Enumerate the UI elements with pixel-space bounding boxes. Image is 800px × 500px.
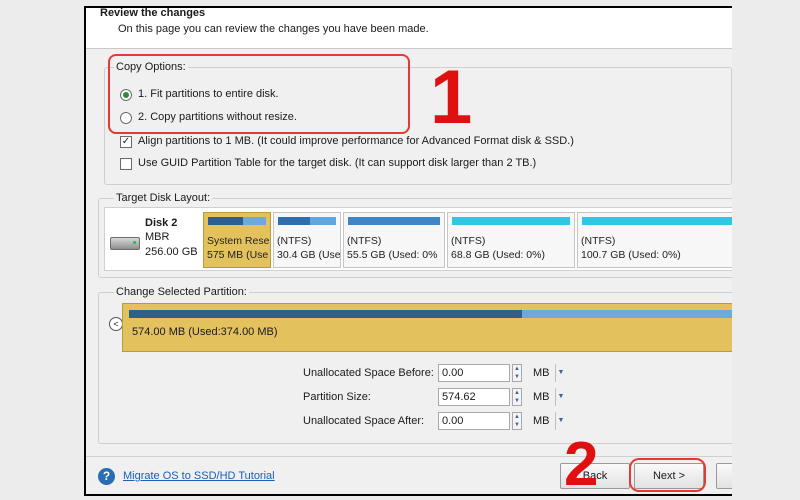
unallocated-before-input[interactable]: 0.00 [438,364,510,382]
align-partitions-label[interactable]: Align partitions to 1 MB. (It could impr… [138,135,574,147]
partition-size: 68.8 GB (Used: 0%) [451,249,545,261]
chevron-down-icon[interactable]: ▼ [555,364,566,382]
partition-label: System Rese [207,235,270,247]
cancel-button[interactable]: C [716,463,732,489]
partition-usage-bar [278,217,336,225]
partition-label: (NTFS) [347,235,382,247]
target-disk-label: Target Disk Layout: [114,192,213,204]
disk-layout-panel: Disk 2 MBR 256.00 GB System Rese 575 MB … [104,207,732,271]
partition-size: 55.5 GB (Used: 0% [347,249,438,261]
wizard-header: Review the changes On this page you can … [86,8,732,48]
use-gpt-label[interactable]: Use GUID Partition Table for the target … [138,157,536,169]
copy-options-highlight [108,54,410,134]
partition-usage-bar [582,217,732,225]
align-partitions-checkbox[interactable]: ✓ [120,136,132,148]
disk-type: MBR [145,231,170,243]
partition-size-spinner[interactable]: ▲ ▼ [512,388,522,406]
partition-2[interactable]: (NTFS) 30.4 GB (Use [273,212,341,268]
unallocated-after-spinner[interactable]: ▲ ▼ [512,412,522,430]
partition-3[interactable]: (NTFS) 55.5 GB (Used: 0% [343,212,445,268]
partition-label: (NTFS) [581,235,616,247]
partition-size: 575 MB (Use [207,249,269,261]
partition-usage-bar [348,217,440,225]
unallocated-after-input[interactable]: 0.00 [438,412,510,430]
partition-size-text: 574.00 MB (Used:374.00 MB) [132,326,278,338]
page-title: Review the changes [100,7,206,19]
footer-divider [86,456,732,457]
disk-name: Disk 2 [145,217,178,229]
partition-size: 30.4 GB (Use [277,249,341,261]
unallocated-after-unit: MB [533,415,550,427]
wizard-window: Review the changes On this page you can … [84,6,732,496]
page-subtitle: On this page you can review the changes … [118,23,429,35]
chevron-left-icon[interactable]: < [109,317,123,331]
unallocated-after-label: Unallocated Space After: [303,415,425,427]
partition-used-fill [129,310,522,318]
next-button-highlight [629,458,706,492]
chevron-down-icon[interactable]: ▼ [555,388,566,406]
partition-label: (NTFS) [451,235,486,247]
change-partition-label: Change Selected Partition: [114,286,249,298]
partition-usage-bar [452,217,570,225]
partition-size-unit: MB [533,391,550,403]
help-icon[interactable]: ? [98,468,115,485]
step-number-2: 2 [564,430,599,496]
partition-system-reserved[interactable]: System Rese 575 MB (Use [203,212,271,268]
partition-size-input[interactable]: 574.62 [438,388,510,406]
partition-label: (NTFS) [277,235,312,247]
hard-disk-icon [110,237,140,250]
unallocated-before-unit: MB [533,367,550,379]
migrate-os-tutorial-link[interactable]: Migrate OS to SSD/HD Tutorial [123,470,275,482]
chevron-down-icon[interactable]: ▼ [555,412,566,430]
partition-4[interactable]: (NTFS) 68.8 GB (Used: 0%) [447,212,575,268]
unallocated-before-label: Unallocated Space Before: [303,367,434,379]
use-gpt-checkbox[interactable] [120,158,132,170]
disk-size: 256.00 GB [145,246,198,258]
step-number-1: 1 [430,55,473,140]
partition-usage-bar [208,217,266,225]
partition-5[interactable]: (NTFS) 100.7 GB (Used: 0%) [577,212,732,268]
partition-size: 100.7 GB (Used: 0%) [581,249,681,261]
unallocated-before-spinner[interactable]: ▲ ▼ [512,364,522,382]
header-divider [86,48,732,49]
partition-size-label: Partition Size: [303,391,371,403]
partition-resize-bar[interactable]: 574.00 MB (Used:374.00 MB) [122,303,732,352]
